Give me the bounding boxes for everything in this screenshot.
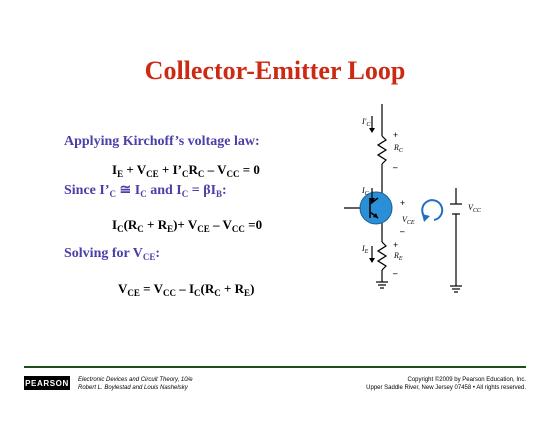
- rc-plus-sign: +: [393, 130, 398, 140]
- kvl-label: Applying Kirchoff’s voltage law:: [64, 134, 260, 149]
- ground-icon: [376, 281, 462, 293]
- ie-label: IE: [361, 244, 369, 255]
- rc-resistor: [376, 135, 388, 165]
- equation-substituted: IC(RC + RE)+ VCE – VCC =0: [112, 217, 263, 234]
- footer-book-info: Electronic Devices and Circuit Theory, 1…: [78, 376, 193, 392]
- pearson-logo: PEARSON: [24, 376, 70, 390]
- vce-minus-sign: –: [399, 226, 405, 236]
- vce-label: VCE: [402, 215, 415, 226]
- re-minus-sign: –: [392, 268, 398, 278]
- equation-kvl: IE + VCE + I’CRC – VCC = 0: [112, 162, 260, 179]
- ic-prime-label: I′C: [361, 117, 371, 128]
- rc-label: RC: [393, 143, 404, 154]
- footer-book-authors: Robert L. Boylestad and Louis Nashelsky: [78, 385, 188, 391]
- footer-copyright-line2: Upper Saddle River, New Jersey 07458 • A…: [366, 385, 526, 391]
- vcc-label: VCC: [468, 203, 482, 214]
- ce-circuit-diagram: I′C IC IE RC RE VCE VCC + – + – + –: [344, 104, 482, 293]
- down-arrow-icon: [369, 128, 375, 133]
- solve-label: Solving for VCE:: [64, 246, 161, 262]
- down-arrow-icon: [369, 258, 375, 263]
- footer-copyright-line1: Copyright ©2009 by Pearson Education, In…: [407, 377, 527, 383]
- re-label: RE: [393, 251, 403, 262]
- equation-vce: VCE = VCC – IC(RC + RE): [118, 281, 255, 298]
- re-resistor: [376, 241, 388, 271]
- vce-plus-sign: +: [400, 198, 405, 208]
- slide-title: Collector-Emitter Loop: [144, 56, 406, 85]
- ic-label: IC: [361, 186, 370, 197]
- re-plus-sign: +: [393, 240, 398, 250]
- rc-minus-sign: –: [392, 162, 398, 172]
- footer-divider: [24, 366, 526, 368]
- since-label: Since I’C ≅ IC and IC = βIB:: [64, 183, 227, 199]
- footer-copyright: Copyright ©2009 by Pearson Education, In…: [366, 376, 526, 392]
- footer-book-title: Electronic Devices and Circuit Theory, 1…: [78, 377, 193, 383]
